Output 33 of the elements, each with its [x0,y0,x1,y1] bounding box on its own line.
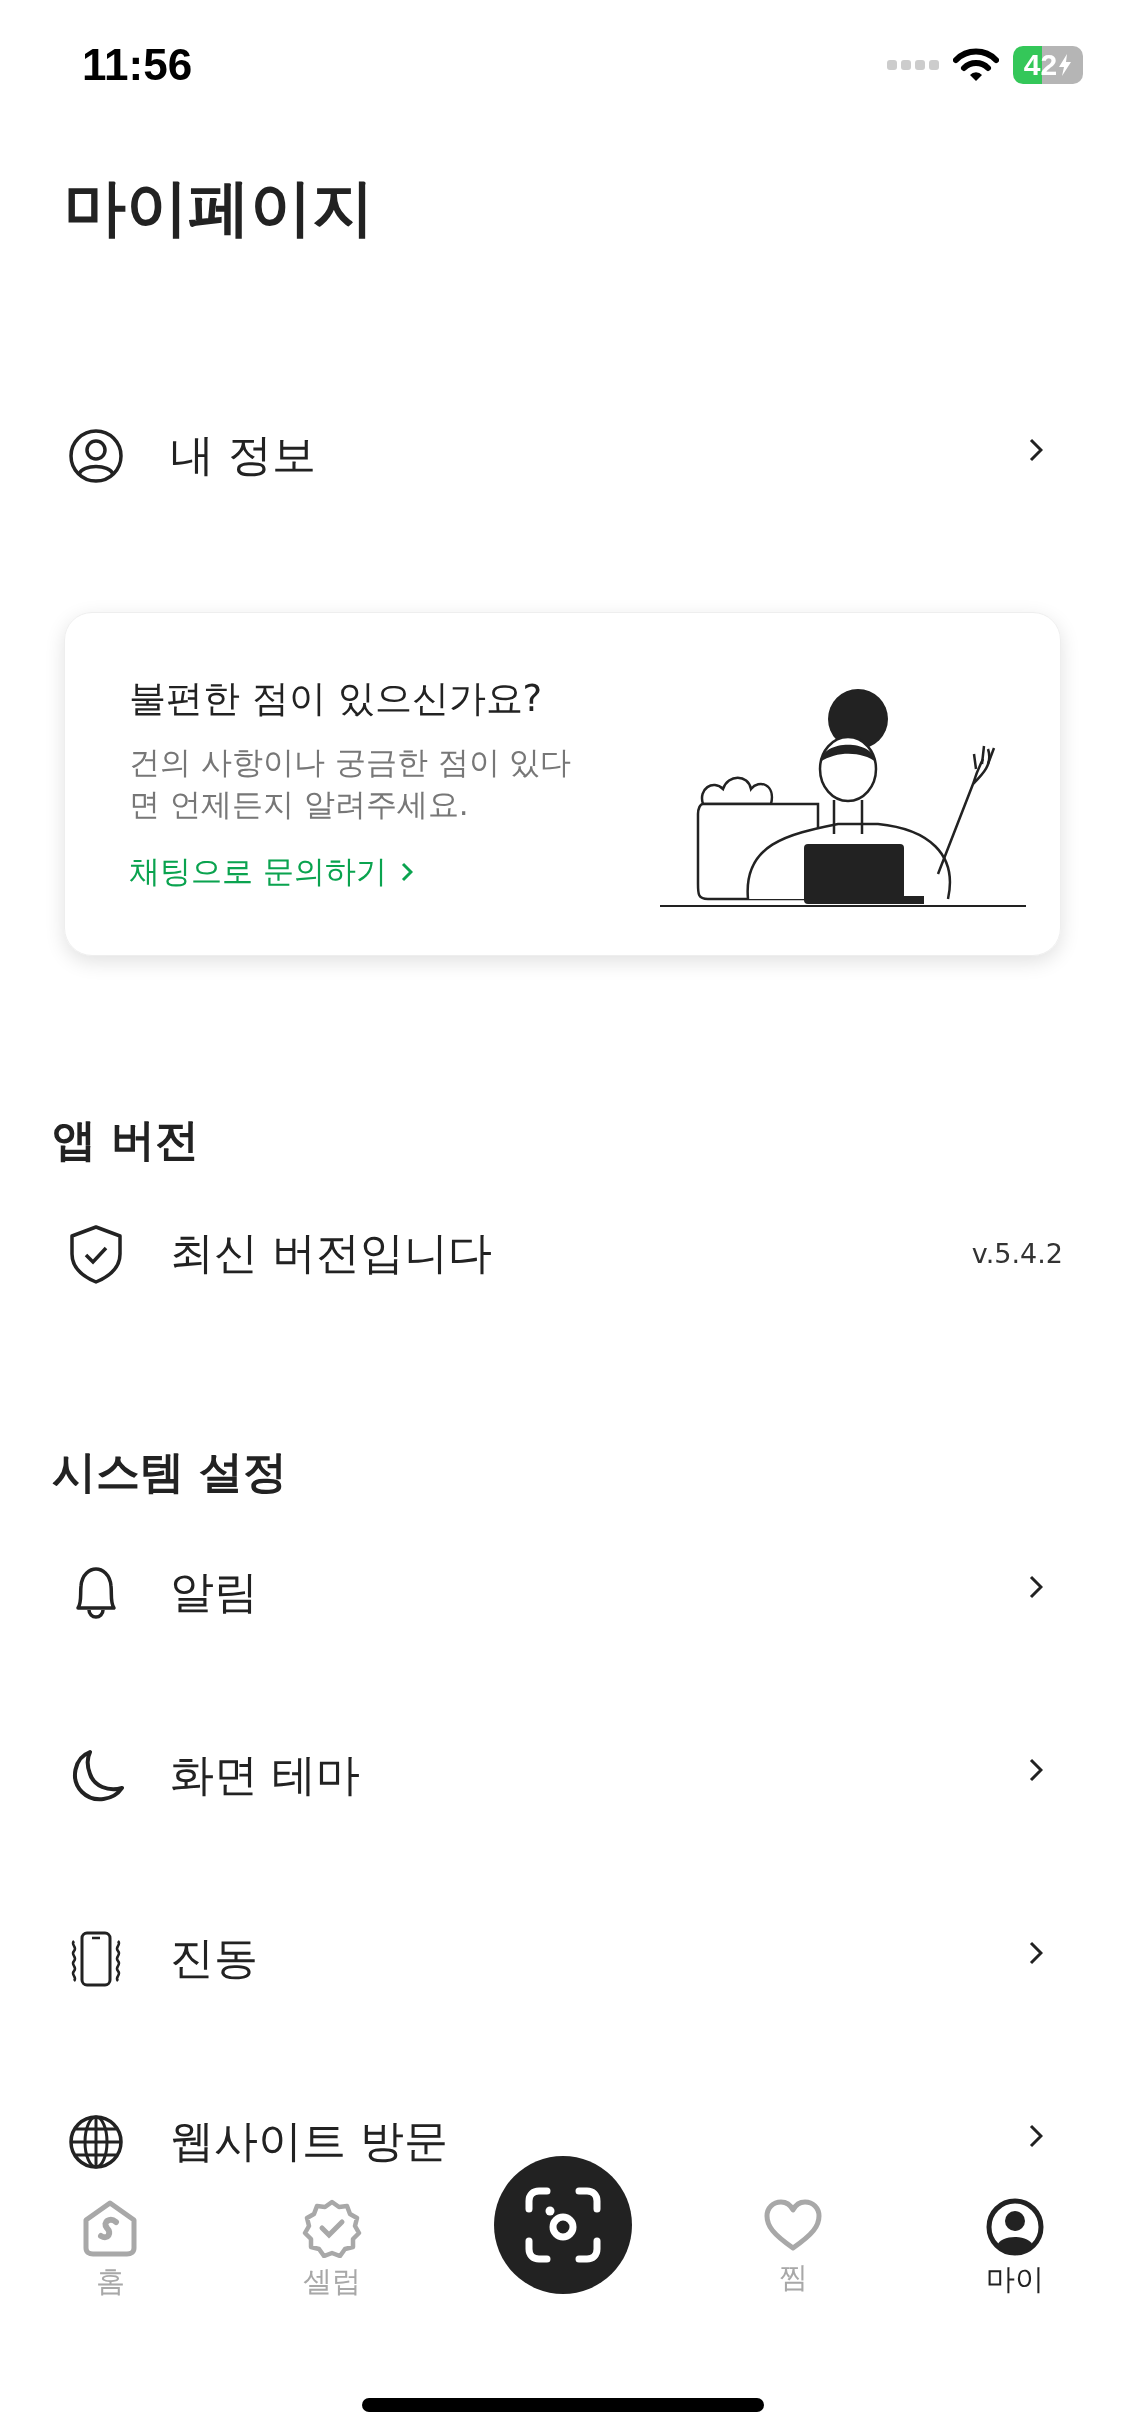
profile-icon [986,2198,1044,2256]
wifi-icon [953,48,999,82]
my-info-row[interactable]: 내 정보 [64,395,1061,516]
settings-row[interactable]: 알림 [64,1560,1061,1625]
row-label: 알림 [170,1565,259,1620]
section-heading: 시스템 설정 [52,1444,289,1499]
globe-icon [66,2113,126,2170]
chevron-right-icon [1029,1757,1043,1782]
row-label: 최신 버전입니다 [170,1226,493,1281]
row-label: 웹사이트 방문 [170,2114,449,2169]
settings-row[interactable]: 화면 테마 [64,1743,1061,1808]
card-title: 불편한 점이 있으신가요? [129,675,543,722]
camera-scan-icon [524,2187,601,2263]
chevron-right-icon [400,861,413,884]
chevron-right-icon [1029,1940,1043,1965]
version-number: v.5.4.2 [971,1238,1063,1270]
row-label: 내 정보 [170,428,317,483]
row-label: 진동 [170,1931,259,1986]
signal-icon [887,59,939,71]
status-time: 11:56 [82,40,193,90]
chevron-right-icon [1029,437,1043,462]
check-badge-icon [301,2198,362,2258]
section-heading: 앱 버전 [52,1112,201,1167]
settings-row[interactable]: 웹사이트 방문 [64,2109,1061,2174]
user-circle-icon [66,427,126,484]
charging-bolt-icon [1058,54,1073,76]
row-label: 화면 테마 [170,1748,361,1803]
chevron-right-icon [1029,2123,1043,2148]
chevron-right-icon [1029,1574,1043,1599]
page-title: 마이페이지 [64,170,375,246]
settings-row[interactable]: 진동 [64,1926,1061,1991]
card-description: 건의 사항이나 궁금한 점이 있다면 언제든지 알려주세요. [129,742,573,824]
tab-item[interactable]: 마이 [955,2182,1075,2300]
